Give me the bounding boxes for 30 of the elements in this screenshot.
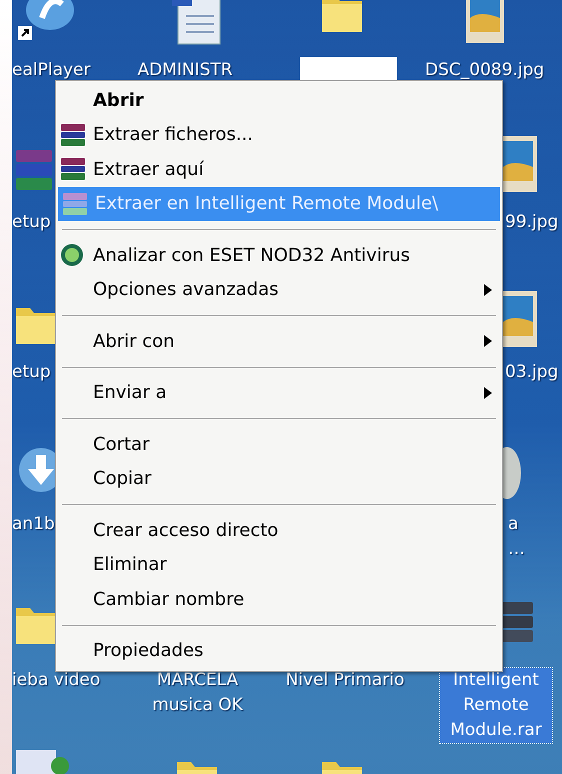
icon-label[interactable]: ieba video: [12, 668, 112, 693]
menu-item[interactable]: Extraer aquí: [56, 152, 502, 186]
menu-item[interactable]: Cambiar nombre: [56, 582, 502, 616]
menu-item[interactable]: Propiedades: [56, 634, 502, 668]
book-stack-icon: [60, 157, 86, 182]
menu-item[interactable]: Extraer ficheros...: [56, 118, 502, 152]
document-icon[interactable]: [170, 0, 222, 46]
icon-label[interactable]: 99.jpg: [505, 210, 562, 235]
book-stack-icon: [62, 192, 88, 216]
icon-label[interactable]: a …: [508, 512, 548, 562]
icon-label[interactable]: ealPlayer: [12, 58, 102, 83]
icon-label[interactable]: Intelligent Remote Module.rar: [440, 668, 552, 743]
drive-icon[interactable]: [14, 748, 70, 774]
menu-item[interactable]: Opciones avanzadas: [56, 272, 502, 307]
menu-item[interactable]: Abrir con: [56, 324, 502, 358]
menu-item[interactable]: Cortar: [56, 427, 502, 462]
menu-item[interactable]: Eliminar: [56, 548, 502, 582]
menu-item[interactable]: Copiar: [56, 462, 502, 496]
picture-file-icon[interactable]: [465, 0, 505, 44]
icon-label[interactable]: DSC_0089.jpg: [425, 58, 562, 83]
icon-label[interactable]: MARCELA musica OK: [140, 668, 255, 718]
menu-item[interactable]: Abrir: [56, 83, 502, 118]
book-stack-icon: [60, 122, 86, 147]
icon-label[interactable]: ADMINISTR: [120, 58, 250, 83]
menu-item[interactable]: Analizar con ESET NOD32 Antivirus: [56, 238, 502, 272]
folder-icon[interactable]: [320, 0, 364, 34]
menu-item[interactable]: Enviar a: [56, 376, 502, 410]
menu-item[interactable]: Crear acceso directo: [56, 513, 502, 548]
icon-label[interactable]: Nivel Primario: [275, 668, 415, 693]
icon-label[interactable]: 03.jpg: [505, 360, 562, 385]
